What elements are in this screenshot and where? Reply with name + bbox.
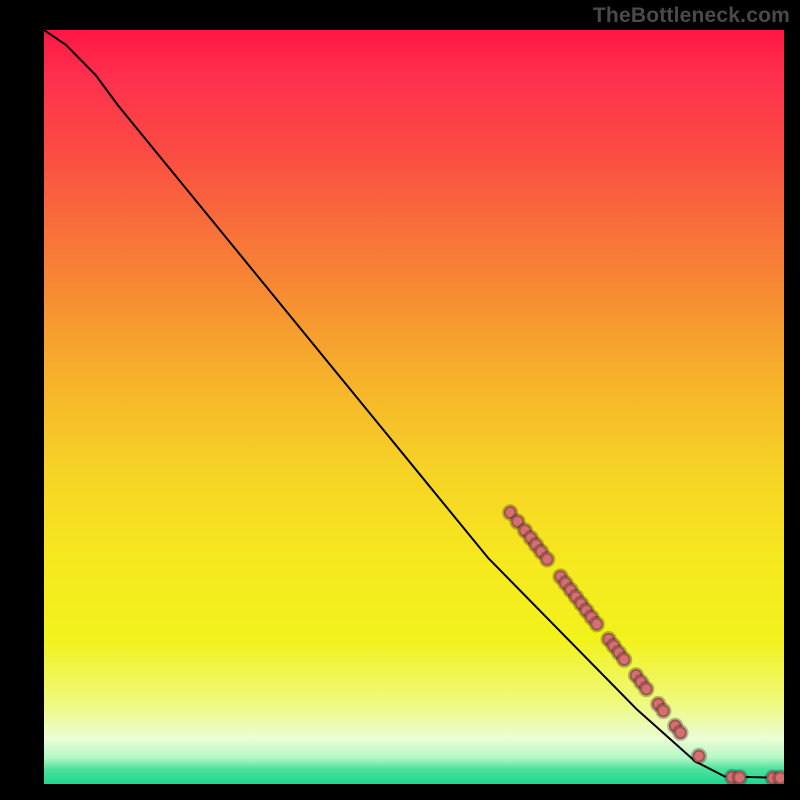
data-point-marker xyxy=(640,683,653,696)
bottleneck-curve xyxy=(44,30,784,778)
data-point-marker xyxy=(541,553,554,566)
chart-container: TheBottleneck.com xyxy=(0,0,800,800)
data-point-marker xyxy=(590,618,603,631)
data-point-marker xyxy=(693,750,706,763)
data-point-marker xyxy=(733,771,746,784)
chart-svg xyxy=(44,30,784,784)
data-markers xyxy=(504,506,784,784)
data-point-marker xyxy=(774,772,784,784)
data-point-marker xyxy=(618,653,631,666)
plot-area xyxy=(44,30,784,784)
data-point-marker xyxy=(657,704,670,717)
data-point-marker xyxy=(674,726,687,739)
watermark-label: TheBottleneck.com xyxy=(593,4,790,28)
